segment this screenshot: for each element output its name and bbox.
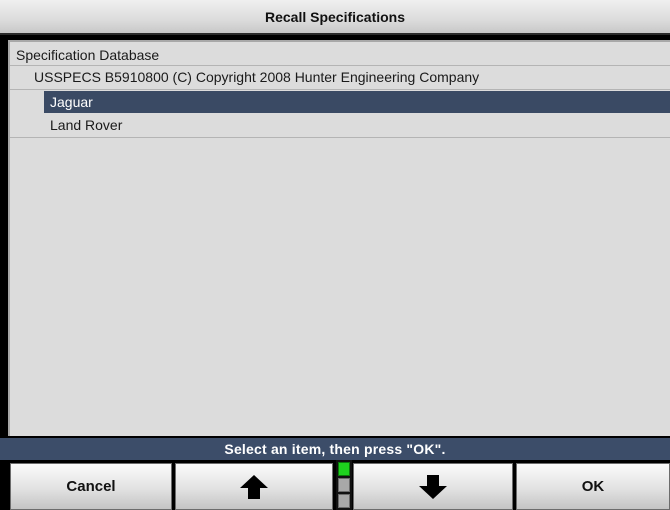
row-divider (10, 89, 670, 90)
scroll-position-indicator (336, 460, 352, 510)
indicator-segment (338, 478, 350, 492)
window-title: Recall Specifications (264, 8, 406, 25)
status-message: Select an item, then press "OK". (224, 441, 446, 457)
list-item-jaguar[interactable]: Jaguar (44, 91, 670, 113)
softkey-bar: Cancel OK (0, 460, 670, 510)
arrow-up-icon (240, 474, 268, 499)
arrow-down-icon (419, 474, 447, 499)
cancel-button[interactable]: Cancel (10, 463, 172, 510)
list-item-land-rover[interactable]: Land Rover (50, 114, 122, 136)
status-bar: Select an item, then press "OK". (0, 438, 670, 460)
row-divider (10, 137, 670, 138)
ok-button[interactable]: OK (516, 463, 670, 510)
scroll-down-button[interactable] (353, 463, 513, 510)
window-title-bar: Recall Specifications (0, 0, 670, 35)
database-copyright-label: USSPECS B5910800 (C) Copyright 2008 Hunt… (34, 69, 480, 85)
scroll-up-button[interactable] (175, 463, 333, 510)
specification-list-panel: Specification Database USSPECS B5910800 … (8, 40, 670, 436)
tree-root-label: Specification Database (16, 47, 160, 63)
indicator-segment-active (338, 462, 350, 476)
cancel-button-label: Cancel (66, 478, 116, 495)
ok-button-label: OK (581, 478, 605, 495)
indicator-segment (338, 494, 350, 508)
